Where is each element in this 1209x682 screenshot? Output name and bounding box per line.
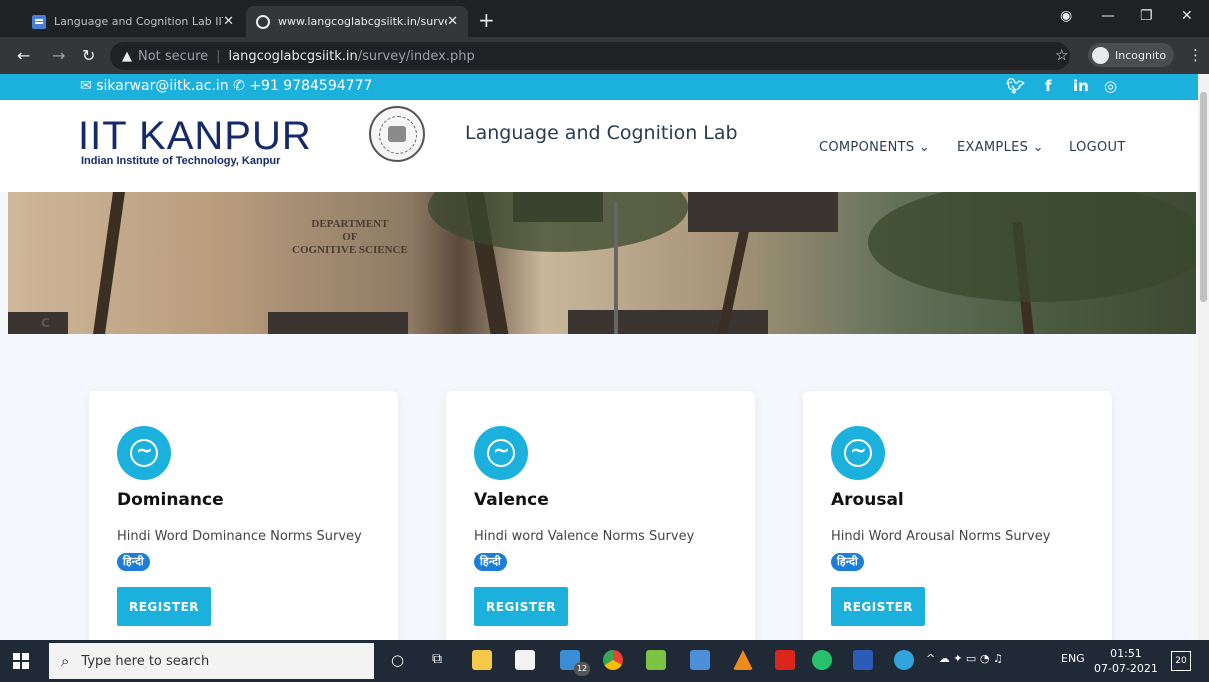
- wave-icon: [474, 426, 528, 480]
- site-header: IIT KANPUR Indian Institute of Technolog…: [0, 100, 1198, 192]
- twitter-icon[interactable]: 🐦︎: [1006, 77, 1025, 95]
- reload-icon[interactable]: ↻: [82, 46, 95, 65]
- store-icon[interactable]: [515, 650, 535, 670]
- whatsapp-icon[interactable]: [812, 650, 832, 670]
- card-description: Hindi word Valence Norms Survey: [474, 529, 695, 544]
- instagram-icon[interactable]: ◎: [1104, 77, 1117, 95]
- clock-time: 01:51: [1110, 647, 1142, 660]
- help-icon[interactable]: [894, 650, 914, 670]
- lab-title[interactable]: Language and Cognition Lab: [465, 122, 738, 144]
- tab-language-cognition-lab[interactable]: Language and Cognition Lab IITK ✕: [22, 6, 244, 37]
- close-window-icon[interactable]: ✕: [1181, 8, 1193, 24]
- url-path: /survey/index.php: [357, 48, 475, 64]
- url-host: langcoglabcgsiitk.in: [228, 48, 358, 64]
- windows-taskbar: ⌕ Type here to search ○ ⧉ 12 ^ ☁ ✦ ▭ ◔ ♫…: [0, 640, 1209, 682]
- minimize-icon[interactable]: —: [1101, 8, 1115, 24]
- mail-badge: 12: [574, 662, 590, 676]
- nav-logout[interactable]: LOGOUT: [1069, 140, 1126, 155]
- browser-menu-icon[interactable]: ⋮: [1188, 46, 1203, 64]
- bluestacks-icon[interactable]: [646, 650, 666, 670]
- profile-label: Incognito: [1115, 48, 1167, 62]
- register-button[interactable]: REGISTER: [474, 587, 568, 626]
- chrome-icon[interactable]: [603, 650, 623, 670]
- iitk-logo-subtitle: Indian Institute of Technology, Kanpur: [81, 155, 281, 167]
- network-app-icon[interactable]: [690, 650, 710, 670]
- word-icon[interactable]: [853, 650, 873, 670]
- vlc-icon[interactable]: [733, 650, 753, 670]
- security-label: Not secure: [138, 48, 209, 64]
- tab-title: www.langcoglabcgsiitk.in/survey/: [277, 15, 448, 28]
- search-placeholder: Type here to search: [81, 653, 210, 669]
- contact-bar: ✉ sikarwar@iitk.ac.in ✆ +91 9784594777 🐦…: [0, 74, 1198, 100]
- close-tab-icon[interactable]: ✕: [447, 14, 458, 29]
- close-tab-icon[interactable]: ✕: [223, 14, 234, 29]
- incognito-icon: [1092, 46, 1109, 64]
- iitk-logo-text[interactable]: IIT KANPUR: [78, 116, 312, 156]
- address-bar[interactable]: ▲ Not secure | langcoglabcgsiitk.in /sur…: [110, 42, 1070, 70]
- lab-favicon-icon: [32, 14, 46, 29]
- card-title[interactable]: Valence: [474, 490, 549, 510]
- forward-icon[interactable]: →: [52, 46, 65, 65]
- tab-survey[interactable]: www.langcoglabcgsiitk.in/survey/ ✕: [246, 6, 468, 37]
- system-tray-icons[interactable]: ^ ☁ ✦ ▭ ◔ ♫: [926, 652, 1003, 665]
- divider: |: [216, 48, 221, 64]
- search-icon: ⌕: [61, 652, 70, 670]
- envelope-icon: ✉: [80, 78, 92, 94]
- register-button[interactable]: REGISTER: [117, 587, 211, 626]
- tab-search-icon[interactable]: ◉: [1060, 8, 1072, 24]
- page-scrollbar[interactable]: [1198, 74, 1209, 640]
- language-badge: हिन्दी: [831, 553, 864, 571]
- taskbar-search-box[interactable]: ⌕ Type here to search: [49, 643, 374, 679]
- nav-examples[interactable]: EXAMPLES ⌄: [957, 140, 1044, 155]
- incognito-profile-button[interactable]: Incognito: [1088, 43, 1174, 67]
- contact-phone[interactable]: +91 9784594777: [249, 78, 372, 94]
- linkedin-icon[interactable]: in: [1073, 77, 1089, 95]
- cortana-icon[interactable]: ○: [391, 651, 404, 669]
- bookmark-star-icon[interactable]: ☆: [1055, 46, 1068, 64]
- taskbar-clock[interactable]: 01:51 07-07-2021: [1094, 646, 1158, 676]
- file-explorer-icon[interactable]: [472, 650, 492, 670]
- card-description: Hindi Word Arousal Norms Survey: [831, 529, 1051, 544]
- nav-components[interactable]: COMPONENTS ⌄: [819, 140, 930, 155]
- facebook-icon[interactable]: f: [1045, 77, 1052, 95]
- language-badge: हिन्दी: [117, 553, 150, 571]
- wave-icon: [117, 426, 171, 480]
- restore-icon[interactable]: ❐: [1140, 8, 1153, 24]
- card-description: Hindi Word Dominance Norms Survey: [117, 529, 362, 544]
- survey-card-valence: Valence Hindi word Valence Norms Survey …: [446, 391, 755, 640]
- contact-email[interactable]: sikarwar@iitk.ac.in: [96, 78, 228, 94]
- not-secure-warning-icon: ▲: [122, 48, 132, 64]
- survey-card-arousal: Arousal Hindi Word Arousal Norms Survey …: [803, 391, 1112, 640]
- hero-banner-image: DEPARTMENT OF COGNITIVE SCIENCE C: [8, 192, 1196, 334]
- task-view-icon[interactable]: ⧉: [432, 651, 442, 667]
- browser-tab-strip: Language and Cognition Lab IITK ✕ www.la…: [0, 0, 1209, 37]
- register-button[interactable]: REGISTER: [831, 587, 925, 626]
- acrobat-icon[interactable]: [775, 650, 795, 670]
- web-page: ✉ sikarwar@iitk.ac.in ✆ +91 9784594777 🐦…: [0, 74, 1198, 640]
- scrollbar-thumb[interactable]: [1200, 92, 1207, 302]
- tab-title: Language and Cognition Lab IITK: [53, 15, 224, 28]
- globe-favicon-icon: [256, 14, 270, 29]
- iitk-seal-logo: [369, 106, 425, 162]
- department-sign: DEPARTMENT OF COGNITIVE SCIENCE: [292, 218, 408, 256]
- windows-start-icon[interactable]: [13, 653, 29, 669]
- input-language[interactable]: ENG: [1061, 652, 1085, 665]
- survey-card-dominance: Dominance Hindi Word Dominance Norms Sur…: [89, 391, 398, 640]
- contact-info: ✉ sikarwar@iitk.ac.in ✆ +91 9784594777: [80, 78, 372, 94]
- back-icon[interactable]: ←: [17, 46, 30, 65]
- browser-toolbar: ← → ↻ ▲ Not secure | langcoglabcgsiitk.i…: [0, 37, 1209, 74]
- language-badge: हिन्दी: [474, 553, 507, 571]
- new-tab-button[interactable]: +: [478, 8, 495, 32]
- phone-icon: ✆: [233, 78, 245, 94]
- card-title[interactable]: Dominance: [117, 490, 224, 510]
- clock-date: 07-07-2021: [1094, 662, 1158, 675]
- notification-center-icon[interactable]: 20: [1171, 651, 1191, 671]
- card-title[interactable]: Arousal: [831, 490, 904, 510]
- wave-icon: [831, 426, 885, 480]
- corner-letter: C: [41, 316, 50, 330]
